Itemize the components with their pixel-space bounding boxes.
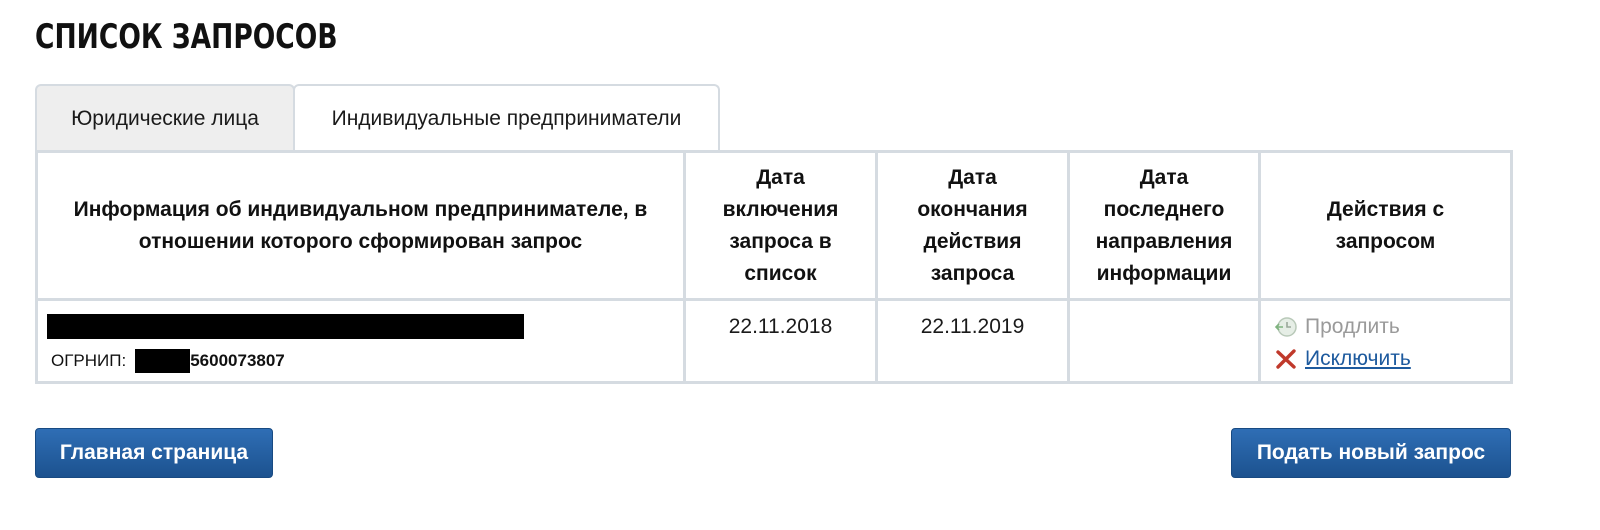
- header-date-last-sent: Дата последнего направления информации: [1067, 150, 1261, 301]
- page-title: Список запросов: [35, 17, 338, 57]
- date-included-cell: 22.11.2018: [683, 298, 878, 384]
- tabs-bar: Юридические лица Индивидуальные предприн…: [35, 84, 735, 152]
- entrepreneur-info-cell: ОГРНИП: 5600073807: [35, 298, 686, 384]
- clock-arrow-icon: [1274, 315, 1298, 339]
- exclude-action[interactable]: Исключить: [1274, 347, 1411, 371]
- ogrnip-value: 5600073807: [190, 351, 285, 370]
- requests-table: Информация об индивидуальном предпринима…: [35, 150, 1513, 384]
- date-included-value: 22.11.2018: [728, 315, 833, 338]
- header-actions: Действия с запросом: [1258, 150, 1513, 301]
- header-actions-label: Действия с запросом: [1326, 197, 1445, 253]
- header-entrepreneur-info-label: Информация об индивидуальном предпринима…: [73, 197, 648, 253]
- tab-individual-entrepreneurs[interactable]: Индивидуальные предприниматели: [293, 84, 720, 152]
- home-page-button[interactable]: Главная страница: [35, 428, 273, 478]
- redacted-ogrnip-prefix: [135, 349, 191, 373]
- redacted-name-block: [47, 314, 524, 339]
- extend-label: Продлить: [1305, 315, 1400, 338]
- header-date-included: Дата включения запроса в список: [683, 150, 878, 301]
- date-expiry-value: 22.11.2019: [920, 315, 1025, 338]
- submit-new-request-button[interactable]: Подать новый запрос: [1231, 428, 1511, 478]
- close-x-icon[interactable]: [1274, 347, 1298, 371]
- table-row: ОГРНИП: 5600073807 22.11.2018 22.11.2019: [35, 298, 1513, 384]
- table-header-row: Информация об индивидуальном предпринима…: [35, 150, 1513, 301]
- header-date-expiry-label: Дата окончания действия запроса: [917, 165, 1028, 285]
- ogrnip-line: ОГРНИП: 5600073807: [51, 349, 285, 373]
- date-expiry-cell: 22.11.2019: [875, 298, 1070, 384]
- extend-action: Продлить: [1274, 315, 1400, 339]
- header-entrepreneur-info: Информация об индивидуальном предпринима…: [35, 150, 686, 301]
- header-date-included-label: Дата включения запроса в список: [722, 165, 839, 285]
- header-date-last-sent-label: Дата последнего направления информации: [1095, 165, 1233, 285]
- date-last-sent-cell: [1067, 298, 1261, 384]
- tab-legal-entities[interactable]: Юридические лица: [35, 84, 295, 151]
- ogrnip-label: ОГРНИП:: [51, 351, 127, 370]
- actions-cell: Продлить Исключить: [1258, 298, 1513, 384]
- exclude-link[interactable]: Исключить: [1305, 347, 1411, 371]
- header-date-expiry: Дата окончания действия запроса: [875, 150, 1070, 301]
